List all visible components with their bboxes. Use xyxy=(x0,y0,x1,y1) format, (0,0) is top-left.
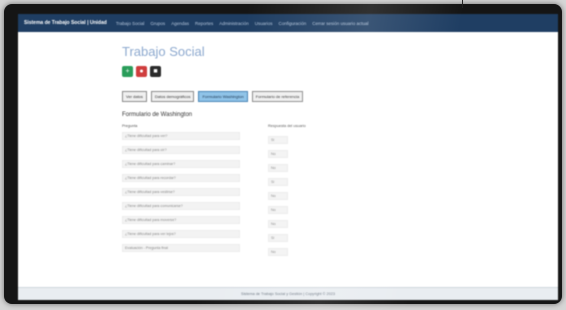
tab-formulario-washington[interactable]: Formulario Washington xyxy=(198,91,248,102)
answer-select[interactable]: Sí xyxy=(268,136,288,144)
question-field: ¿Tiene dificultad para ver lejos? xyxy=(122,230,240,238)
nav-item[interactable]: Agendas xyxy=(168,21,192,26)
answer-select[interactable]: Sí xyxy=(268,234,288,242)
page-footer: Sistema de Trabajo Social y Gestión | Co… xyxy=(18,287,558,300)
monitor-frame: Sistema de Trabajo Social | Unidad Traba… xyxy=(4,4,562,304)
question-field: ¿Tiene dificultad para oír? xyxy=(122,146,240,154)
answer-select[interactable]: No xyxy=(268,192,288,200)
action-toolbar: + ● ■ xyxy=(122,66,161,77)
nav-item[interactable]: Cerrar sesión usuario actual xyxy=(309,21,371,26)
print-icon[interactable]: ■ xyxy=(150,66,161,77)
answer-select[interactable]: No xyxy=(268,164,288,172)
tab-ver-datos[interactable]: Ver datos xyxy=(122,91,147,102)
browser-screen: Sistema de Trabajo Social | Unidad Traba… xyxy=(18,14,558,300)
question-field: ¿Tiene dificultad para vestirse? xyxy=(122,188,240,196)
answer-select[interactable]: No xyxy=(268,206,288,214)
nav-item[interactable]: Grupos xyxy=(147,21,168,26)
answers-column-header: Respuesta del usuario xyxy=(268,124,306,128)
answer-select[interactable]: No xyxy=(268,220,288,228)
tab-datos-demograficos[interactable]: Datos demográficos xyxy=(150,91,195,102)
nav-item[interactable]: Usuarios xyxy=(252,21,276,26)
question-field: ¿Tiene dificultad para ver? xyxy=(122,132,240,140)
answer-select[interactable]: No xyxy=(268,150,288,158)
tab-formulario-referencia[interactable]: Formulario de referencia xyxy=(251,91,304,102)
form-title: Formulario de Washington xyxy=(122,112,193,118)
question-field: ¿Tiene dificultad para caminar? xyxy=(122,160,240,168)
nav-item[interactable]: Administración xyxy=(216,21,252,26)
answer-select[interactable]: No xyxy=(268,248,288,256)
page-title: Trabajo Social xyxy=(122,44,205,59)
frame-notch xyxy=(462,0,463,8)
nav-item[interactable]: Reportes xyxy=(192,21,216,26)
nav-item[interactable]: Configuración xyxy=(276,21,310,26)
tab-bar: Ver datos Datos demográficos Formulario … xyxy=(122,91,304,102)
questions-column-header: Pregunta xyxy=(122,124,138,128)
question-field: Evaluación - Pregunta final xyxy=(122,244,240,252)
question-field: ¿Tiene dificultad para moverse? xyxy=(122,216,240,224)
app-brand[interactable]: Sistema de Trabajo Social | Unidad xyxy=(18,20,113,26)
question-field: ¿Tiene dificultad para recordar? xyxy=(122,174,240,182)
question-field: ¿Tiene dificultad para comunicarse? xyxy=(122,202,240,210)
add-icon[interactable]: + xyxy=(122,66,133,77)
nav-item[interactable]: Trabajo Social xyxy=(113,21,148,26)
answer-select[interactable]: Sí xyxy=(268,178,288,186)
top-navbar: Sistema de Trabajo Social | Unidad Traba… xyxy=(18,14,558,32)
delete-icon[interactable]: ● xyxy=(136,66,147,77)
